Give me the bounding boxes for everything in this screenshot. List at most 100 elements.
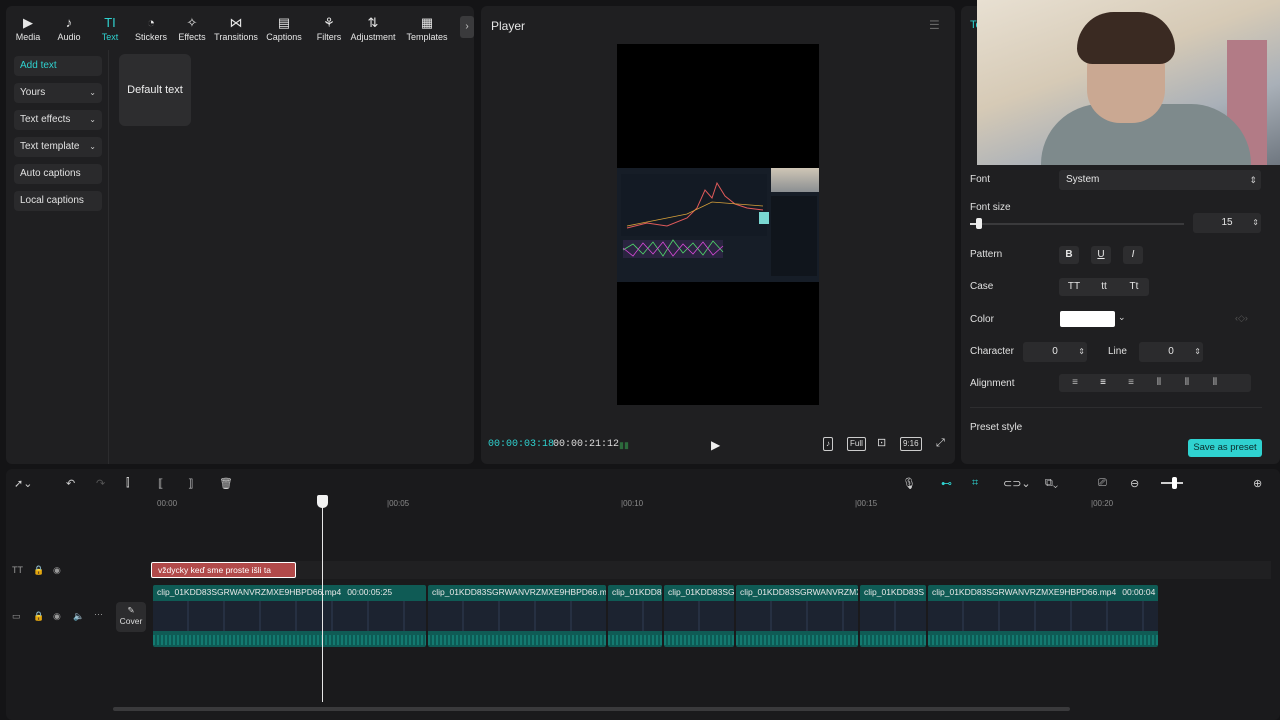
font-size-input[interactable]: 15 ⇕ [1193,213,1261,233]
eye-icon[interactable]: ◉ [53,565,61,576]
tab-stickers[interactable]: ◔ Stickers [129,14,173,42]
timeline-panel: ➚⌄ ↶ ↷ ⫿ ⟦ ⟧ 🗑 🎙 ⊷ ⌗ ⊂⊃⌄ ⧉⌄ ⎚ ⊖ ⊕ 00:00 |… [6,469,1280,720]
keyframe-icon[interactable]: ‹◇› [1235,313,1248,324]
video-preview[interactable] [617,44,819,405]
video-clip[interactable]: clip_01KDD83SGR [664,585,734,647]
zoom-out-icon[interactable]: ⊖ [1130,477,1139,490]
playhead-handle[interactable] [317,495,328,508]
tab-filters[interactable]: ⚘ Filters [307,14,351,42]
timeline-scrollbar[interactable] [113,707,1070,711]
tab-adjustment[interactable]: ⇅ Adjustment [348,14,398,42]
ratio-button[interactable]: 9:16 [900,437,922,451]
full-button[interactable]: Full [847,437,866,451]
text-icon: TI [104,15,116,30]
align-top-icon[interactable]: ⦀ [1145,374,1173,392]
side-item-add-text[interactable]: Add text [14,56,102,76]
video-clip[interactable]: clip_01KDD83SGRWANVRZMXE9HBPD66.mp4 00:00… [153,585,426,647]
align-middle-icon[interactable]: ⦀ [1173,374,1201,392]
align-center-icon[interactable]: ≡ [1089,374,1117,392]
side-item-yours[interactable]: Yours ⌄ [14,83,102,103]
delete-icon[interactable]: 🗑 [219,477,233,490]
case-upper-button[interactable]: TT [1059,278,1089,296]
effects-icon: ✧ [186,15,198,30]
webcam-overlay [977,0,1280,165]
case-label: Case [970,281,994,292]
side-item-local-captions[interactable]: Local captions [14,191,102,211]
zoom-slider-thumb[interactable] [1172,477,1177,489]
font-select[interactable]: System ⇕ [1059,170,1261,190]
stepper-icon[interactable]: ⇕ [1194,342,1201,362]
font-size-slider[interactable] [970,223,1184,225]
player-menu-icon[interactable]: ☰ [929,18,940,32]
clip-name: clip_01KDD83SGR [668,587,734,597]
align-right-icon[interactable]: ≡ [1117,374,1145,392]
case-lower-button[interactable]: tt [1089,278,1119,296]
caption-icon[interactable]: ⎚ [1098,477,1107,490]
tab-audio[interactable]: ♪ Audio [47,14,91,42]
video-clip[interactable]: clip_01KDD83S [860,585,926,647]
character-value: 0 [1052,346,1058,357]
clip-name: clip_01KDD8 [612,587,662,597]
redo-icon[interactable]: ↷ [96,477,105,490]
play-button[interactable]: ▶ [711,438,720,452]
lock-icon[interactable]: 🔒 [33,565,44,576]
default-text-card[interactable]: Default text [119,54,191,126]
color-swatch[interactable] [1060,311,1115,327]
text-clip[interactable]: vždycky keď sme proste išli ta [151,562,296,578]
video-clip[interactable]: clip_01KDD83SGRWANVRZMXE9HBPD66.mp4 00:00… [928,585,1158,647]
eye-icon[interactable]: ◉ [53,611,61,622]
tab-label: Adjustment [350,32,396,42]
side-item-auto-captions[interactable]: Auto captions [14,164,102,184]
tab-captions[interactable]: ▤ Captions [262,14,306,42]
chevron-down-icon[interactable]: ⌄ [1118,312,1126,323]
fit-icon[interactable]: ⊡ [875,437,888,451]
character-input[interactable]: 0 ⇕ [1023,342,1087,362]
select-tool-icon[interactable]: ➚⌄ [14,477,32,490]
tab-media[interactable]: ▶ Media [6,14,50,42]
align-left-icon[interactable]: ≡ [1061,374,1089,392]
split-icon[interactable]: ⫿ [126,477,130,490]
font-size-slider-thumb[interactable] [975,218,982,229]
clip-header: clip_01KDD83S [864,587,924,597]
case-title-button[interactable]: Tt [1119,278,1149,296]
lock-icon[interactable]: 🔒 [33,611,44,622]
video-clip[interactable]: clip_01KDD83SGRWANVRZMX [736,585,858,647]
underline-button[interactable]: U [1091,246,1111,264]
undo-icon[interactable]: ↶ [66,477,75,490]
side-item-text-template[interactable]: Text template ⌄ [14,137,102,157]
zoom-fit-icon[interactable]: ⊕ [1253,477,1262,490]
clip-waveform [428,635,606,645]
more-icon[interactable]: ⋯ [94,609,103,620]
bold-button[interactable]: B [1059,246,1079,264]
side-item-text-effects[interactable]: Text effects ⌄ [14,110,102,130]
line-input[interactable]: 0 ⇕ [1139,342,1203,362]
cover-button[interactable]: ✎ Cover [116,602,146,632]
stepper-icon[interactable]: ⇕ [1078,342,1085,362]
tab-text[interactable]: TI Text [88,14,132,42]
link-icon[interactable]: ⊂⊃⌄ [1003,477,1031,490]
video-clip[interactable]: clip_01KDD83SGRWANVRZMXE9HBPD66.mp4 [428,585,606,647]
tabs-more-button[interactable]: › [460,16,474,38]
cover-label: Cover [119,616,143,626]
split-left-icon[interactable]: ⟦ [158,477,163,490]
tab-effects[interactable]: ✧ Effects [170,14,214,42]
save-as-preset-button[interactable]: Save as preset [1188,439,1262,457]
split-right-icon[interactable]: ⟧ [188,477,193,490]
clip-thumbnails [664,601,734,631]
stepper-icon[interactable]: ⇕ [1252,213,1259,233]
italic-button[interactable]: I [1123,246,1143,264]
auto-snap-icon[interactable]: ⌗ [972,477,978,490]
tiktok-icon[interactable]: ♪ [823,437,833,451]
preview-axis-icon[interactable]: ⧉⌄ [1045,477,1058,490]
tab-templates[interactable]: ▦ Templates [402,14,452,42]
audio-icon[interactable]: 🔈 [73,611,84,622]
main-track-magnet-icon[interactable]: ⊷ [941,477,952,490]
microphone-icon[interactable]: 🎙 [902,477,916,490]
fullscreen-icon[interactable]: ⤢ [934,437,947,451]
video-clip[interactable]: clip_01KDD8 [608,585,662,647]
tab-label: Filters [316,32,342,42]
side-item-label: Yours [20,87,46,98]
tab-transitions[interactable]: ⋈ Transitions [211,14,261,42]
alignment-buttons: ≡ ≡ ≡ ⦀ ⦀ ⦀ [1059,374,1251,392]
align-bottom-icon[interactable]: ⦀ [1201,374,1229,392]
